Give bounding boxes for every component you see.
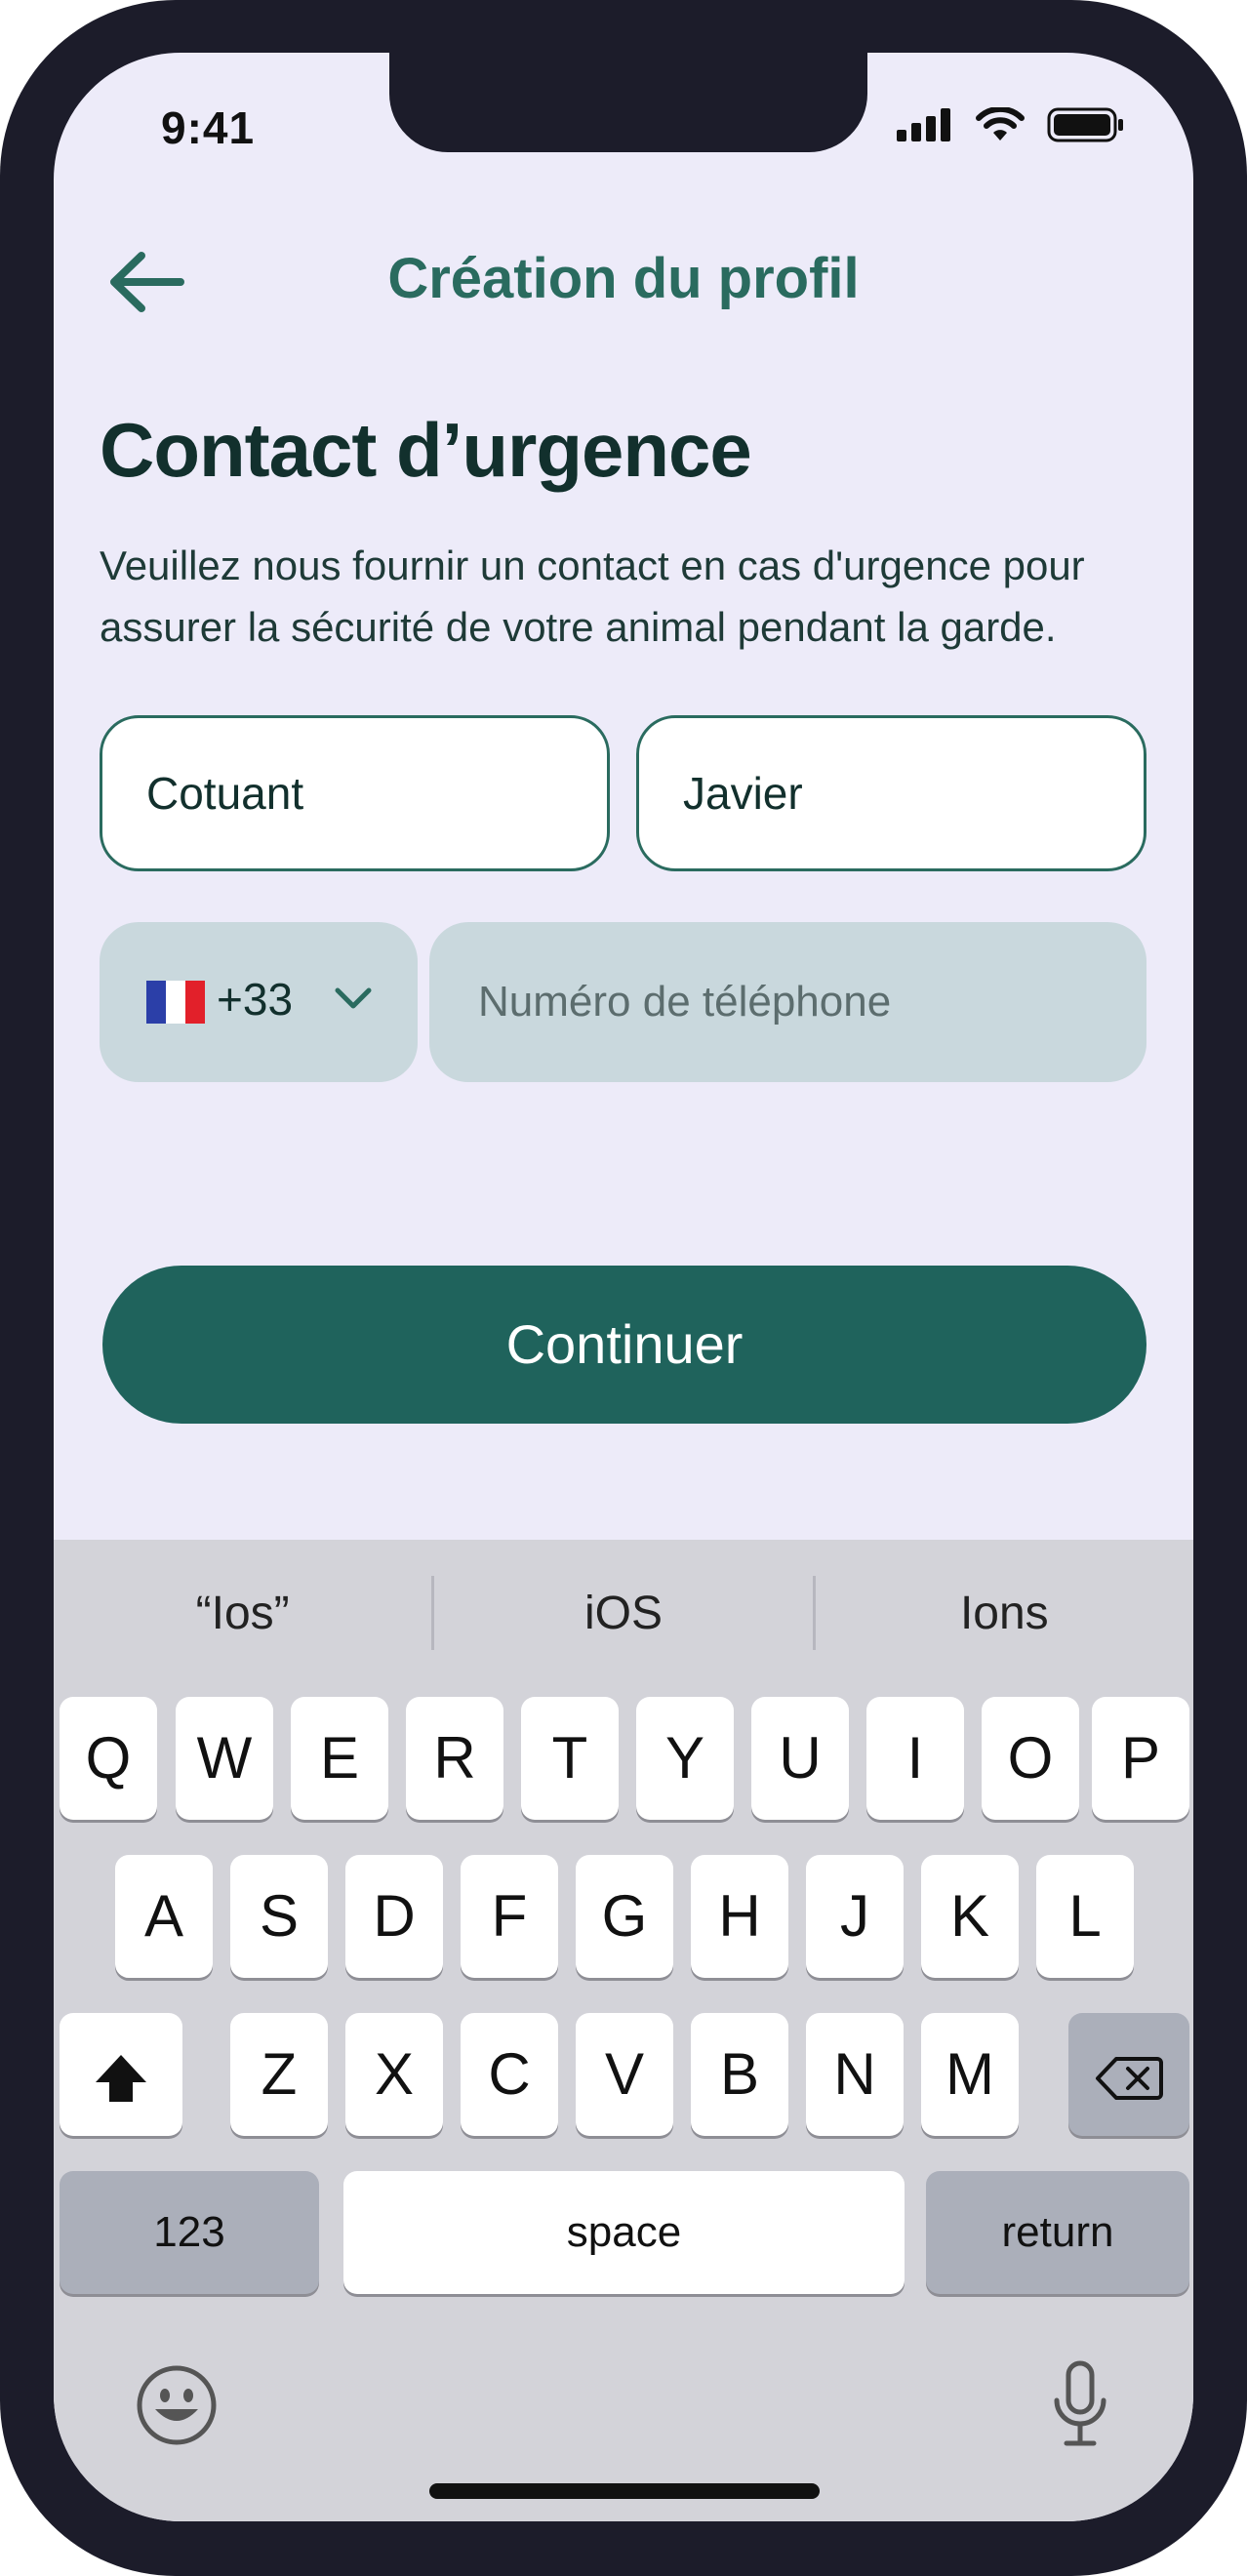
suggestion-bar: “Ios” iOS Ions [54,1540,1193,1686]
key-h[interactable]: H [691,1855,788,1978]
key-n[interactable]: N [806,2013,904,2136]
key-b[interactable]: B [691,2013,788,2136]
key-v[interactable]: V [576,2013,673,2136]
suggestion-item[interactable]: “Ios” [54,1587,431,1640]
notch [389,53,867,152]
key-l[interactable]: L [1036,1855,1134,1978]
key-z[interactable]: Z [230,2013,328,2136]
key-k[interactable]: K [921,1855,1019,1978]
key-e[interactable]: E [291,1697,388,1820]
key-w[interactable]: W [176,1697,273,1820]
header: Création du profil [54,228,1193,326]
key-t[interactable]: T [521,1697,619,1820]
page-heading: Contact d’urgence [100,407,752,493]
key-u[interactable]: U [751,1697,849,1820]
key-i[interactable]: I [866,1697,964,1820]
shift-key[interactable] [60,2013,182,2136]
key-o[interactable]: O [982,1697,1079,1820]
status-time: 9:41 [161,102,256,153]
space-key[interactable]: space [343,2171,905,2294]
shift-icon [96,2055,146,2103]
numbers-key[interactable]: 123 [60,2171,319,2294]
suggestion-item[interactable]: iOS [434,1587,812,1640]
continue-button[interactable]: Continuer [102,1266,1146,1424]
screen: 9:41 Création du profil Contact d’urgenc… [54,53,1193,2521]
key-s[interactable]: S [230,1855,328,1978]
key-f[interactable]: F [461,1855,558,1978]
key-d[interactable]: D [345,1855,443,1978]
key-r[interactable]: R [406,1697,503,1820]
home-indicator [429,2483,820,2499]
return-key[interactable]: return [926,2171,1189,2294]
key-j[interactable]: J [806,1855,904,1978]
status-icons [897,107,1125,142]
emoji-icon[interactable] [136,2364,218,2446]
phone-frame: 9:41 Création du profil Contact d’urgenc… [0,0,1247,2576]
microphone-icon[interactable] [1049,2359,1111,2449]
wifi-icon [976,107,1025,141]
france-flag-icon [146,981,205,1024]
chevron-down-icon [335,987,372,1009]
keyboard: “Ios” iOS Ions Q W E R T Y U I O P A S D… [54,1540,1193,2521]
phone-number-input[interactable]: Numéro de téléphone [429,922,1146,1082]
key-c[interactable]: C [461,2013,558,2136]
battery-icon [1047,107,1123,142]
key-g[interactable]: G [576,1855,673,1978]
suggestion-item[interactable]: Ions [816,1587,1193,1640]
first-name-field[interactable]: Javier [636,715,1146,871]
last-name-field[interactable]: Cotuant [100,715,610,871]
delete-icon [1096,2057,1163,2101]
key-y[interactable]: Y [636,1697,734,1820]
key-x[interactable]: X [345,2013,443,2136]
page-description: Veuillez nous fournir un contact en cas … [100,543,1085,650]
header-title: Création du profil [387,247,860,310]
country-code-select[interactable]: +33 [100,922,418,1082]
key-q[interactable]: Q [60,1697,157,1820]
key-p[interactable]: P [1092,1697,1189,1820]
key-a[interactable]: A [115,1855,213,1978]
country-code-value: +33 [217,974,294,1025]
signal-icon [897,108,950,141]
key-m[interactable]: M [921,2013,1019,2136]
delete-key[interactable] [1068,2013,1189,2136]
